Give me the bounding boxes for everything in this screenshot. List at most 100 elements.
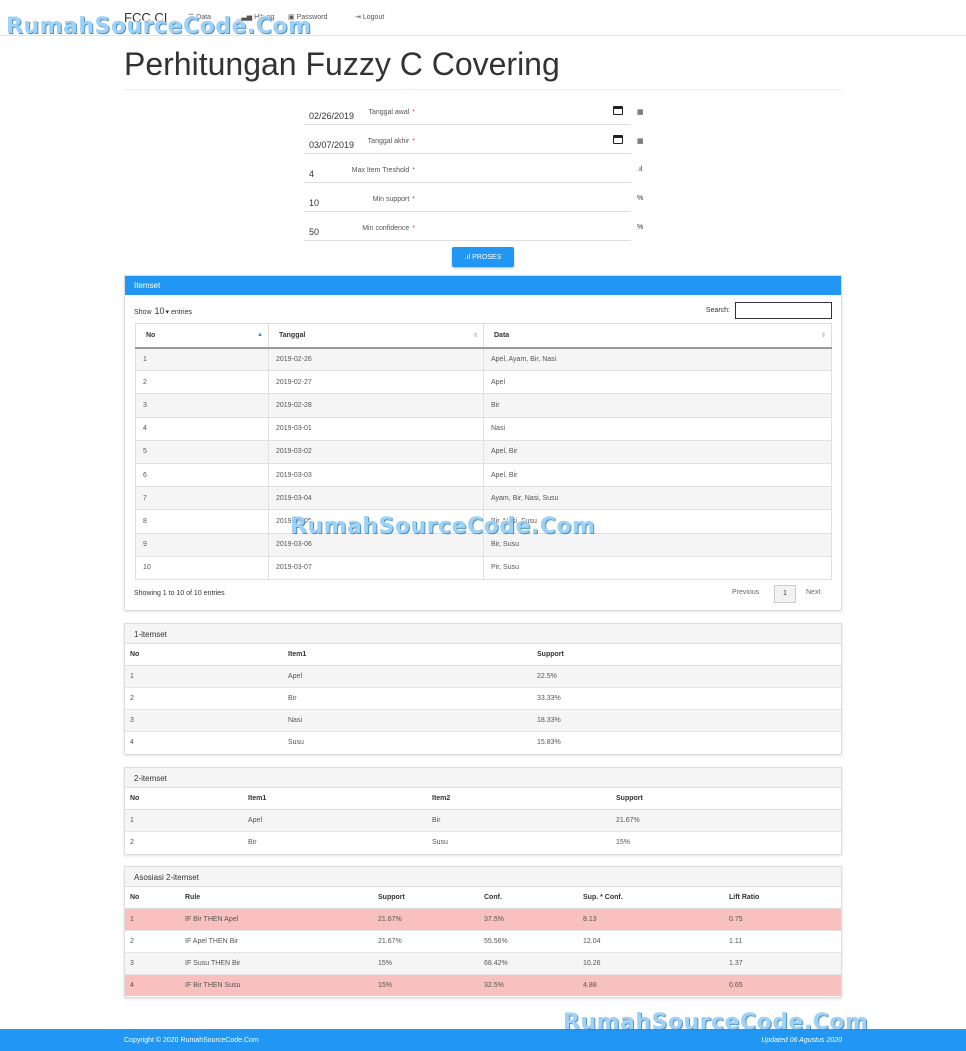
entries-length-select[interactable]: 10 [154, 306, 164, 316]
table-cell: Apel, Ayam, Bir, Nasi [483, 346, 832, 372]
column-header-sup-conf: Sup. * Conf. [578, 887, 724, 909]
one-itemset-panel: 1-itemset No Item1 Support 1 Apel 22.5% 2B… [124, 623, 842, 755]
itemset-panel-title: Itemset [125, 276, 841, 295]
table-row: 2 2019-02-27 Apel [135, 370, 832, 395]
column-header-label: Tanggal [279, 331, 306, 339]
table-cell: 15.83% [532, 730, 841, 753]
table-cell: 55.56% [479, 929, 578, 952]
table-cell: 12.04 [578, 929, 724, 952]
table-cell: Bir [427, 808, 611, 831]
select-caret-icon[interactable]: ▾ [165, 309, 169, 316]
table-row: 1 2019-02-26 Apel, Ayam, Bir, Nasi [135, 346, 832, 372]
table-cell: 4 [135, 416, 269, 441]
table-cell: 2019-02-27 [268, 370, 484, 395]
table-row: 1 Apel 22.5% [125, 664, 841, 687]
table-cell: 3 [135, 393, 269, 418]
table-row: 7 2019-03-04 Ayam, Bir, Nasi, Susu [135, 486, 832, 511]
table-cell: IF Bir THEN Susu [180, 973, 373, 996]
min-confidence-input[interactable] [304, 217, 631, 241]
column-header-support: Support [532, 644, 841, 666]
two-itemset-panel: 2-itemset No Item1 Item2 Support 1 Apel Bi… [124, 767, 842, 855]
column-header-no[interactable]: No ▲ [135, 323, 269, 349]
calendar-picker-icon[interactable] [613, 135, 623, 144]
table-cell: 2019-03-03 [268, 462, 484, 488]
proses-button[interactable]: .ıl PROSES [452, 247, 514, 267]
search-input[interactable] [735, 302, 832, 319]
table-cell: 8.13 [578, 907, 724, 930]
table-row: 4 Susu 15.83% [125, 730, 841, 753]
pagination-next[interactable]: Next [806, 589, 820, 596]
asosiasi-title: Asosiasi 2-itemset [125, 867, 841, 887]
title-divider [124, 89, 842, 90]
table-cell: 22.5% [532, 664, 841, 687]
table-cell: 1 [125, 664, 283, 687]
table-cell: 1 [135, 346, 269, 372]
table-cell: 37.5% [479, 907, 578, 930]
signal-addon-icon: .ıl [637, 166, 643, 173]
table-cell: Apel [243, 808, 427, 831]
column-header-no: No [125, 887, 180, 909]
table-row: 3 Nasi 18.33% [125, 708, 841, 731]
calendar-picker-icon[interactable] [613, 106, 623, 115]
nav-logout-link[interactable]: ⇥ Logout [355, 13, 384, 21]
logout-icon: ⇥ [355, 14, 361, 21]
tanggal-akhir-input[interactable] [304, 130, 631, 154]
table-cell: 10.26 [578, 951, 724, 974]
form-row-max-item: Max Item Treshold * .ıl [124, 159, 842, 185]
table-cell: Nasi [283, 708, 532, 731]
column-header-conf: Conf. [479, 887, 578, 909]
form-row-tanggal-akhir: Tanggal akhir * ▦ [124, 130, 842, 156]
table-cell: 3 [125, 708, 283, 731]
table-cell: Apel, Bir [483, 462, 832, 488]
table-cell: 2019-03-01 [268, 416, 484, 441]
column-header-no: No [125, 644, 283, 666]
show-label: Show [134, 309, 152, 316]
column-header-lift-ratio: Lift Ratio [724, 887, 841, 909]
min-support-input[interactable] [304, 188, 631, 212]
pagination-page-1[interactable]: 1 [774, 584, 796, 603]
column-header-label: Data [494, 331, 510, 339]
proses-button-label: PROSES [472, 253, 502, 261]
column-header-label: No [146, 331, 156, 339]
calendar-addon-icon: ▦ [637, 138, 644, 145]
table-cell: 21.67% [611, 808, 841, 831]
asosiasi-table: No Rule Support Conf. Sup. * Conf. Lift … [125, 887, 841, 996]
max-item-input[interactable] [304, 159, 631, 183]
column-header-no: No [125, 788, 243, 810]
one-itemset-title: 1-itemset [125, 624, 841, 644]
tanggal-awal-input[interactable] [304, 101, 631, 125]
entries-length-control: Show 10▾ entries [134, 306, 192, 316]
column-header-support: Support [611, 788, 841, 810]
watermark-top: RumahSourceCode.Com [6, 14, 312, 39]
table-row: 4 2019-03-01 Nasi [135, 416, 832, 441]
table-cell: 2019-03-07 [268, 555, 484, 580]
table-cell: 32.5% [479, 973, 578, 996]
table-cell: Susu [427, 830, 611, 853]
pagination-previous[interactable]: Previous [732, 589, 759, 596]
table-header-row: No ▲ Tanggal ⇕ Data ⇕ [135, 323, 832, 349]
table-cell: Nasi [483, 416, 832, 441]
table-cell: 15% [373, 951, 479, 974]
column-header-tanggal[interactable]: Tanggal ⇕ [268, 323, 484, 349]
column-header-data[interactable]: Data ⇕ [483, 323, 832, 349]
table-cell: Ayam, Bir, Nasi, Susu [483, 486, 832, 511]
table-cell: 2019-02-26 [268, 346, 484, 372]
table-cell: 1 [125, 907, 180, 930]
table-cell: 2 [125, 830, 243, 853]
calendar-addon-icon: ▦ [637, 109, 644, 116]
table-cell: 4 [125, 730, 283, 753]
table-row: 2 Bir 33.33% [125, 686, 841, 709]
table-cell: 1 [125, 808, 243, 831]
table-row: 10 2019-03-07 Pir, Susu [135, 555, 832, 580]
form-row-min-support: Min support * % [124, 188, 842, 214]
table-cell: 5 [135, 439, 269, 464]
table-row-highlighted: 1 IF Bir THEN Apel 21.67% 37.5% 8.13 0.75 [125, 907, 841, 930]
table-cell: 68.42% [479, 951, 578, 974]
table-row: 3 2019-02-28 Bir [135, 393, 832, 418]
table-cell: 21.67% [373, 929, 479, 952]
table-cell: Bir [483, 393, 832, 418]
table-header-row: No Item1 Support [125, 644, 841, 666]
table-cell: 2 [125, 929, 180, 952]
nav-logout-label: Logout [362, 14, 385, 21]
table-cell: 10 [135, 555, 269, 580]
